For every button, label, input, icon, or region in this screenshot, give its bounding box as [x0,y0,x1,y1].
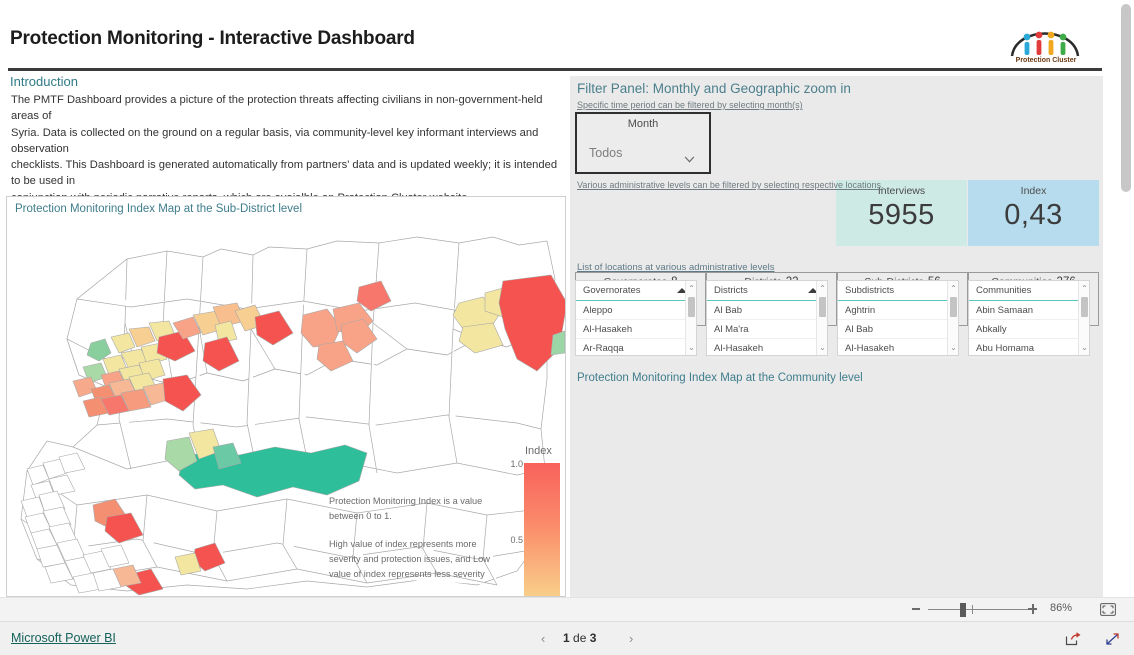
next-page-icon[interactable]: › [629,631,633,646]
scroll-down-icon[interactable]: ⌄ [688,344,695,352]
scroll-down-icon[interactable]: ⌄ [819,344,826,352]
listbox-governorates[interactable]: Governorates Aleppo Al-Hasakeh Ar-Raqqa … [575,280,697,358]
page-title: Protection Monitoring - Interactive Dash… [10,28,415,49]
month-slicer-label: Month [627,118,659,130]
list-item[interactable]: Al Ma'ra [707,320,827,339]
fit-to-page-icon[interactable] [1100,603,1116,616]
listbox-scrollbar[interactable]: ⌃ ⌄ [1078,281,1089,355]
listbox-subdistricts-header[interactable]: Subdistricts [838,281,958,301]
listbox-subdistricts-title: Subdistricts [845,285,895,296]
list-item[interactable]: Abin Samaan [969,301,1089,320]
list-item[interactable]: Aleppo [576,301,696,320]
listbox-communities-header[interactable]: Communities [969,281,1089,301]
scroll-up-icon[interactable]: ⌃ [1081,285,1088,293]
kpi-interviews-value: 5955 [868,199,935,231]
zoom-out-icon[interactable] [912,608,920,610]
intro-line-1: The PMTF Dashboard provides a picture of… [11,94,543,123]
report-vertical-scrollbar[interactable] [1118,0,1134,597]
listbox-subdistricts[interactable]: Subdistricts Aghtrin Al Bab Al-Hasakeh ⌃… [837,280,959,358]
note-line-3: High value of index represents more [329,539,477,549]
chevron-down-icon[interactable] [684,150,695,168]
note-line-4: severity and protection issues, and Low [329,554,490,564]
listbox-communities-title: Communities [976,285,1032,296]
listbox-districts-header[interactable]: Districts [707,281,827,301]
listbox-scrollbar[interactable]: ⌃ ⌄ [685,281,696,355]
month-slicer-value: Todos [589,146,623,160]
legend-tick-mid: 0.5 [510,535,523,545]
listbox-districts[interactable]: Districts Al Bab Al Ma'ra Al-Hasakeh ⌃ ⌄ [706,280,828,358]
list-item[interactable]: Aghtrin [838,301,958,320]
share-icon[interactable] [1064,631,1082,647]
list-item[interactable]: Al Bab [707,301,827,320]
report-canvas: Protection Monitoring - Interactive Dash… [0,0,1118,620]
note-line-2: between 0 to 1. [329,511,392,521]
zoom-toolbar: 86% [0,597,1134,621]
listbox-governorates-title: Governorates [583,285,641,296]
listbox-districts-title: Districts [714,285,748,296]
listbox-communities[interactable]: Communities Abin Samaan Abkally Abu Homa… [968,280,1090,358]
note-line-1: Protection Monitoring Index is a value [329,496,483,506]
logo-caption: Protection Cluster [1015,57,1077,64]
legend-title: Index [525,445,552,457]
page-current: 1 [563,631,570,645]
filter-panel-admin-hint: Various administrative levels can be fil… [577,180,884,190]
zoom-slider-track[interactable] [928,609,1028,610]
previous-page-icon[interactable]: ‹ [541,631,545,646]
legend-tick-max: 1.0 [510,459,523,469]
kpi-index-value: 0,43 [1004,199,1063,231]
scrollbar-thumb[interactable] [1121,4,1131,192]
intro-line-3: checklists. This Dashboard is generated … [11,159,558,188]
scroll-up-icon[interactable]: ⌃ [688,285,695,293]
scroll-down-icon[interactable]: ⌄ [1081,344,1088,352]
filter-panel-month-hint: Specific time period can be filtered by … [577,100,803,110]
filter-panel-list-hint: List of locations at various administrat… [577,262,775,273]
listbox-scrollbar[interactable]: ⌃ ⌄ [816,281,827,355]
page-of-label: de [569,631,590,645]
intro-line-2: Syria. Data is collected on the ground o… [11,126,539,155]
page-total: 3 [589,631,597,645]
list-item[interactable]: Ar-Raqqa [576,339,696,358]
zoom-percent-label: 86% [1050,602,1073,614]
list-item[interactable]: Al-Hasakeh [576,320,696,339]
introduction-heading: Introduction [10,74,78,89]
scroll-up-icon[interactable]: ⌃ [950,285,957,293]
community-map-title: Protection Monitoring Index Map at the C… [577,372,863,384]
kpi-card-index: Index 0,43 [968,180,1099,246]
scrollbar-thumb[interactable] [1081,297,1088,317]
month-slicer[interactable]: Month Todos [575,112,711,174]
power-bi-report-viewer: Protection Monitoring - Interactive Dash… [0,0,1134,655]
microsoft-power-bi-link[interactable]: Microsoft Power BI [11,631,116,645]
title-divider [8,68,1102,71]
note-line-5: value of index represents less severity [329,569,485,579]
list-item[interactable]: Abkally [969,320,1089,339]
report-footer: Microsoft Power BI ‹ 1 de 3 › [0,621,1134,655]
kpi-index-label: Index [1020,185,1047,197]
list-item[interactable]: Al Bab [838,320,958,339]
listbox-scrollbar[interactable]: ⌃ ⌄ [947,281,958,355]
zoom-in-icon-vertical[interactable] [1032,604,1034,614]
page-navigator: ‹ 1 de 3 › [535,630,655,648]
scroll-up-icon[interactable]: ⌃ [819,285,826,293]
zoom-slider-tick [972,605,973,614]
index-color-legend [524,463,560,596]
location-listbox-row: Governorates Aleppo Al-Hasakeh Ar-Raqqa … [575,280,1099,358]
zoom-slider-thumb[interactable] [960,603,966,617]
fullscreen-icon[interactable] [1104,631,1122,647]
subdistrict-map-visual[interactable]: Protection Monitoring Index Map at the S… [6,196,566,597]
scrollbar-thumb[interactable] [688,297,695,317]
listbox-governorates-header[interactable]: Governorates [576,281,696,301]
index-explanation-note: Protection Monitoring Index is a value b… [329,494,509,582]
filter-panel: Filter Panel: Monthly and Geographic zoo… [570,76,1103,597]
scrollbar-thumb[interactable] [819,297,826,317]
subdistrict-map-title: Protection Monitoring Index Map at the S… [15,203,302,215]
scrollbar-thumb[interactable] [950,297,957,317]
page-indicator: 1 de 3 [563,631,596,645]
list-item[interactable]: Al-Hasakeh [838,339,958,358]
scroll-down-icon[interactable]: ⌄ [950,344,957,352]
list-item[interactable]: Al-Hasakeh [707,339,827,358]
list-item[interactable]: Abu Homama [969,339,1089,358]
filter-panel-title: Filter Panel: Monthly and Geographic zoo… [577,81,851,96]
